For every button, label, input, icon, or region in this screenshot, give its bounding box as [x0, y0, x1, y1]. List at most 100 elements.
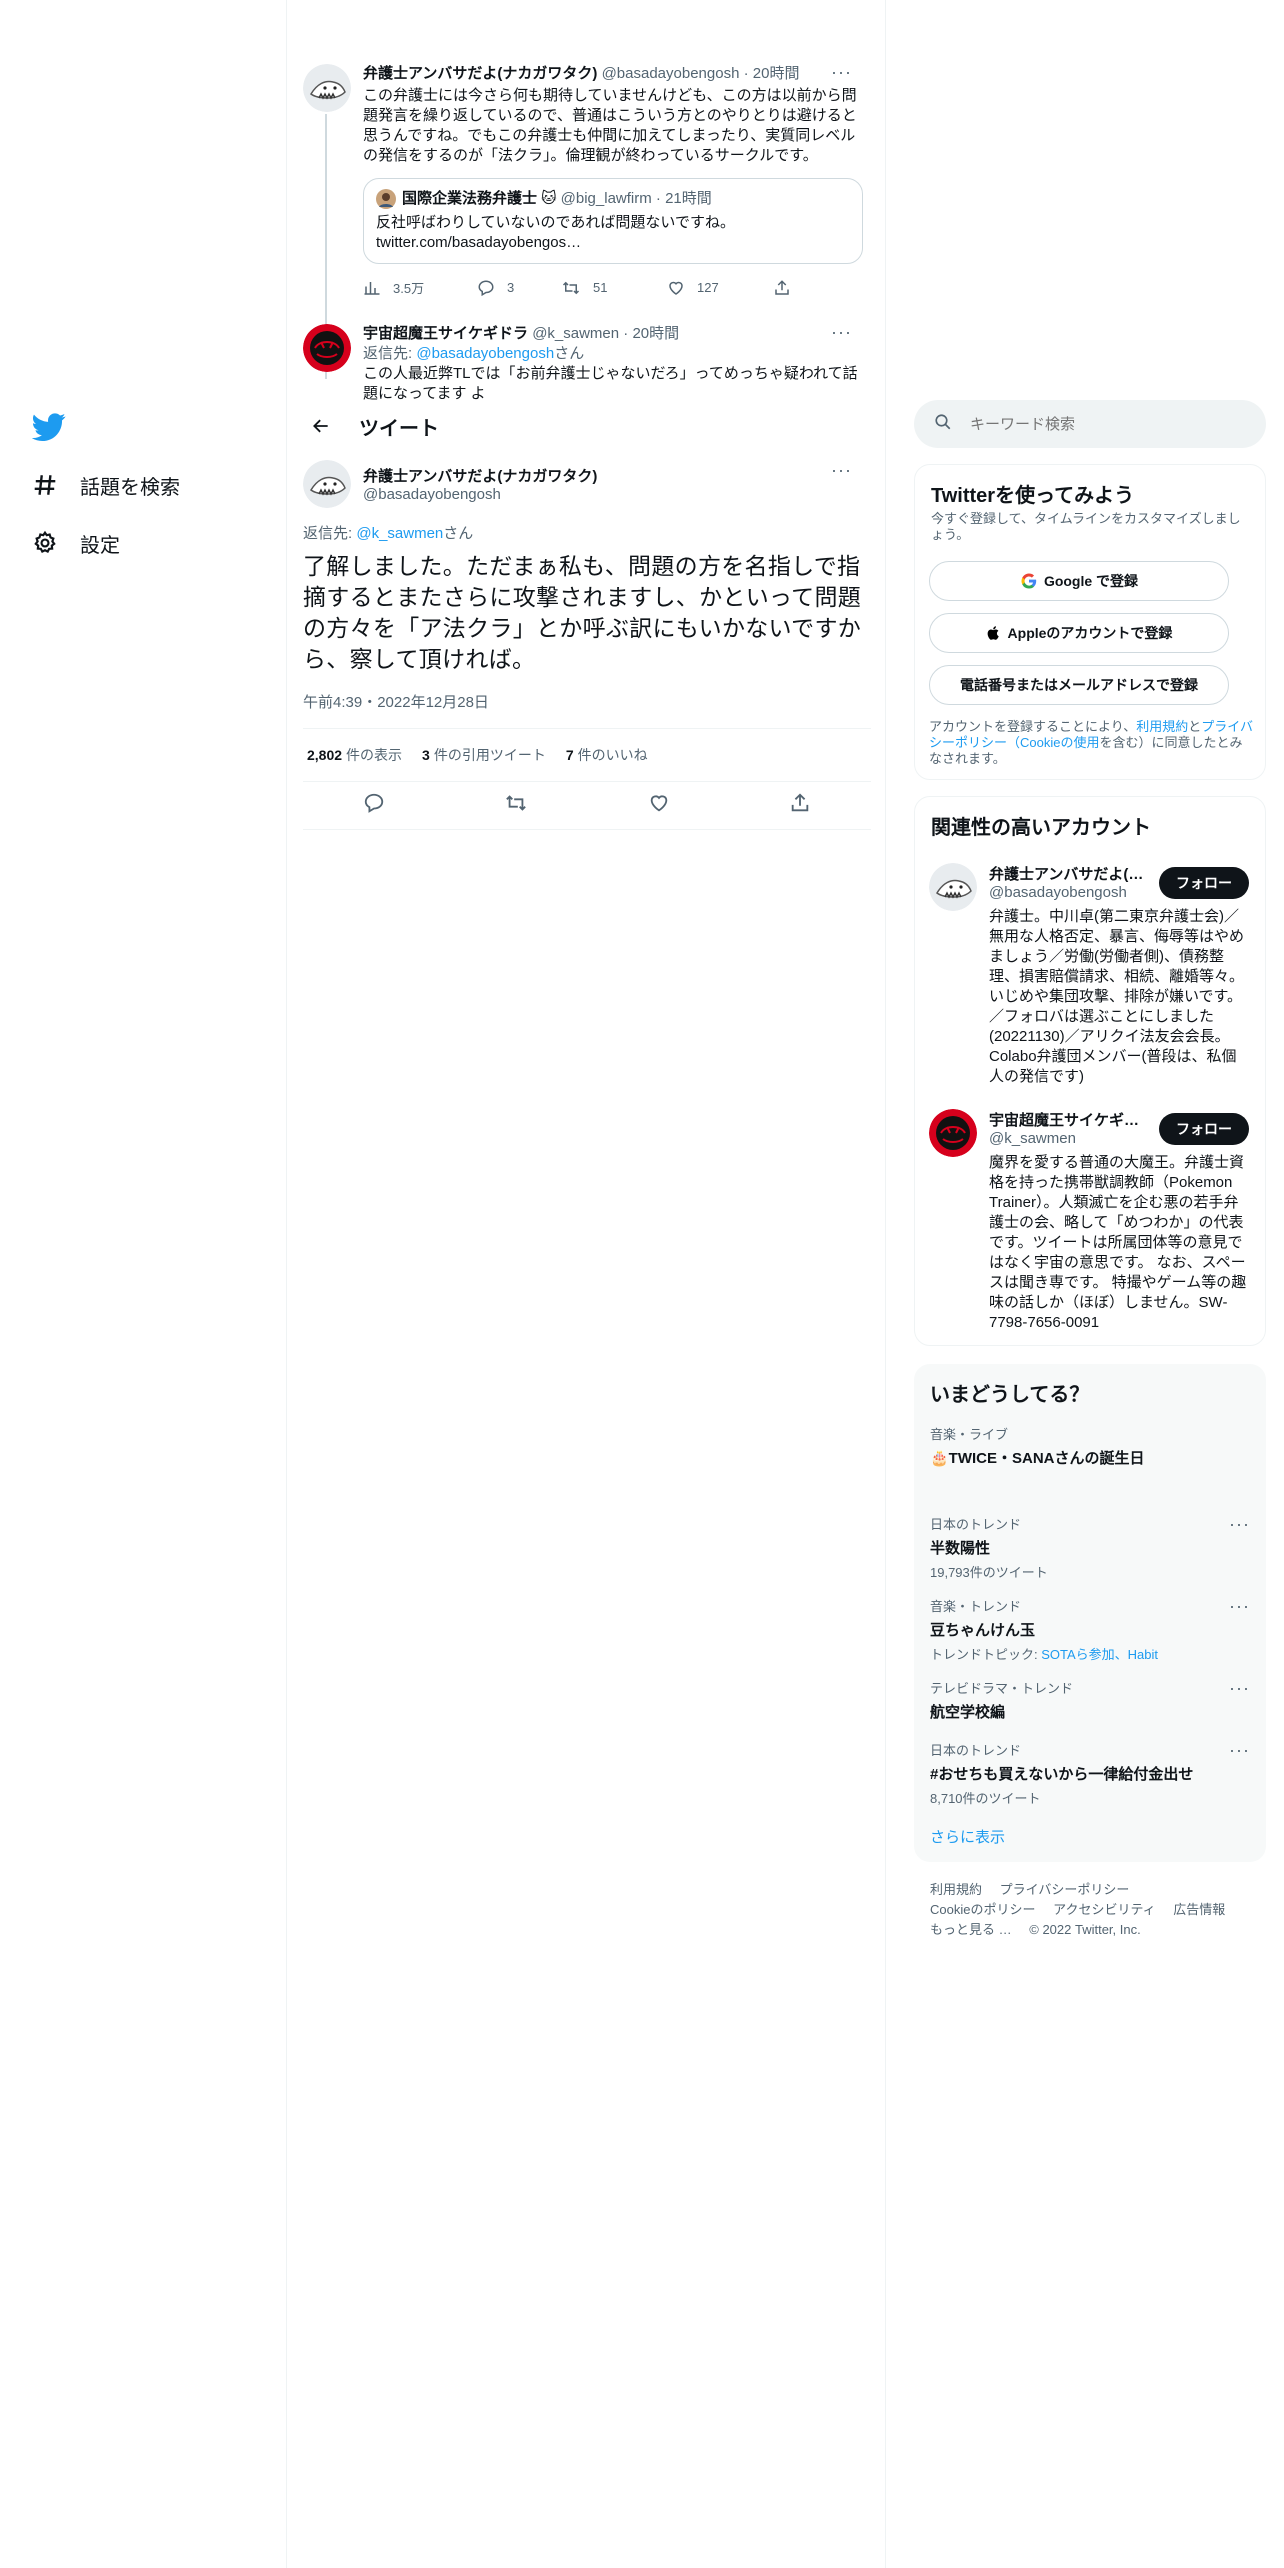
gear-icon	[30, 528, 60, 558]
author-name[interactable]: 弁護士アンバサだよ(ナカガワタク)	[363, 65, 597, 82]
reply-count: 3	[507, 280, 515, 295]
trends-card: いまどうしてる？ 音楽・ライブ 🎂TWICE・SANAさんの誕生日 日本のトレン…	[914, 1364, 1266, 1862]
footer-link-cookie[interactable]: Cookieのポリシー	[930, 1902, 1035, 1917]
phone-email-signup-button[interactable]: 電話番号またはメールアドレスで登録	[929, 665, 1229, 705]
footer-link-privacy[interactable]: プライバシーポリシー	[1000, 1882, 1130, 1897]
share-icon	[775, 279, 789, 295]
terms-text: と	[1188, 719, 1202, 734]
more-options-icon[interactable]: ···	[831, 460, 852, 481]
account-handle[interactable]: @k_sawmen	[989, 1130, 1149, 1147]
more-options-icon[interactable]: ···	[1229, 1740, 1250, 1761]
author-name[interactable]: 弁護士アンバサだよ(ナカガワタク)	[363, 465, 597, 486]
signup-subtitle: 今すぐ登録して、タイムラインをカスタマイズしましょう。	[931, 511, 1241, 542]
reply-prefix: 返信先:	[363, 345, 417, 362]
google-signup-button[interactable]: Google で登録	[929, 561, 1229, 601]
reply-button[interactable]: 3	[477, 279, 561, 297]
quoted-link[interactable]: twitter.com/basadayobengos…	[376, 233, 850, 253]
follow-button[interactable]: フォロー	[1159, 867, 1249, 899]
likes-label: 件のいいね	[577, 747, 648, 763]
page-title: ツイート	[359, 417, 439, 440]
avatar[interactable]	[929, 1109, 977, 1157]
reply-suffix: さん	[443, 525, 474, 542]
analytics-icon	[364, 281, 380, 295]
author-handle[interactable]: @basadayobengosh	[602, 65, 740, 82]
quotes-stat[interactable]: 3 件の引用ツイート	[422, 745, 546, 765]
share-icon[interactable]	[789, 792, 811, 819]
footer-link-ads[interactable]: 広告情報	[1173, 1902, 1225, 1917]
account-name[interactable]: 弁護士アンバサだよ(…	[989, 863, 1149, 884]
author-name[interactable]: 宇宙超魔王サイケギドラ	[363, 325, 528, 342]
reply-to-link[interactable]: @basadayobengosh	[416, 345, 554, 362]
footer-link-terms[interactable]: 利用規約	[930, 1882, 982, 1897]
avatar[interactable]	[303, 460, 351, 508]
trend-item[interactable]: 音楽・ライブ 🎂TWICE・SANAさんの誕生日	[930, 1424, 1250, 1468]
trend-topic-link[interactable]: SOTAら参加、Habit	[1041, 1647, 1158, 1662]
reply-icon[interactable]	[363, 792, 385, 819]
tweet-text: この弁護士には今さら何も期待していませんけども、この方は以前から問題発言を繰り返…	[363, 87, 857, 164]
focused-tweet: 弁護士アンバサだよ(ナカガワタク) @basadayobengosh ··· 返…	[303, 460, 871, 830]
show-more-link[interactable]: さらに表示	[930, 1826, 1005, 1847]
avatar[interactable]	[303, 64, 351, 112]
nav-settings[interactable]: 設定	[30, 518, 120, 568]
trend-count: 19,793件のツイート	[930, 1565, 1048, 1580]
tweet-time[interactable]: 20時間	[753, 65, 800, 82]
twitter-bird-icon[interactable]	[31, 410, 66, 444]
reply-to-link[interactable]: @k_sawmen	[356, 525, 443, 542]
views-count: 3.5万	[393, 281, 425, 296]
heart-icon[interactable]	[648, 792, 670, 819]
trend-title: 航空学校編	[930, 1704, 1006, 1721]
share-button[interactable]	[773, 279, 803, 297]
more-options-icon[interactable]: ···	[1229, 1596, 1250, 1617]
quoted-time: 21時間	[665, 190, 712, 207]
nav-explore[interactable]: 話題を検索	[30, 460, 180, 510]
tweet-timestamp[interactable]: 午前4:39・2022年12月28日	[303, 691, 871, 712]
back-arrow-icon[interactable]	[303, 408, 339, 444]
quoted-tweet[interactable]: 国際企業法務弁護士 🐱 @big_lawfirm · 21時間 反社呼ばわりして…	[363, 178, 863, 264]
nav-settings-label: 設定	[80, 534, 120, 557]
follow-button[interactable]: フォロー	[1159, 1113, 1249, 1145]
heart-icon	[669, 281, 683, 295]
trend-item[interactable]: 日本のトレンド #おせちも買えないから一律給付金出せ 8,710件のツイート ·…	[930, 1740, 1250, 1807]
trends-title: いまどうしてる？	[930, 1384, 1090, 1406]
tweet-text: この人最近弊TLでは「お前弁護士じゃないだろ」ってめっちゃ疑われて話題になってま…	[363, 365, 858, 400]
views-button[interactable]: 3.5万	[363, 278, 477, 297]
avatar[interactable]	[929, 863, 977, 911]
apple-signup-button[interactable]: Appleのアカウントで登録	[929, 613, 1229, 653]
signup-card: Twitterを使ってみよう 今すぐ登録して、タイムラインをカスタマイズしましょ…	[914, 464, 1266, 780]
trend-category: 音楽・トレンド	[930, 1599, 1022, 1614]
trend-item[interactable]: 音楽・トレンド 豆ちゃんけん玉 トレンドトピック: SOTAら参加、Habit …	[930, 1596, 1250, 1663]
more-options-icon[interactable]: ···	[1229, 1678, 1250, 1699]
likes-stat[interactable]: 7 件のいいね	[566, 745, 648, 765]
related-accounts-card: 関連性の高いアカウント 弁護士アンバサだよ(… @basadayobengosh…	[914, 796, 1266, 1346]
footer-link-more[interactable]: もっと見る …	[930, 1922, 1012, 1937]
search-input[interactable]	[970, 415, 1230, 433]
trend-item[interactable]: 日本のトレンド 半数陽性 19,793件のツイート ···	[930, 1514, 1250, 1581]
author-handle[interactable]: @basadayobengosh	[363, 486, 597, 503]
more-options-icon[interactable]: ···	[831, 62, 852, 83]
trend-item[interactable]: テレビドラマ・トレンド 航空学校編 ···	[930, 1678, 1250, 1722]
like-count: 127	[697, 280, 719, 295]
more-options-icon[interactable]: ···	[1229, 1514, 1250, 1535]
tweet-stats: 2,802 件の表示 3 件の引用ツイート 7 件のいいね	[303, 728, 871, 782]
author-handle[interactable]: @k_sawmen	[532, 325, 619, 342]
thread-tweet[interactable]: 宇宙超魔王サイケギドラ @k_sawmen · 20時間 返信先: @basad…	[303, 322, 871, 400]
like-button[interactable]: 127	[667, 279, 773, 297]
terms-link[interactable]: 利用規約	[1136, 719, 1188, 734]
search-box[interactable]	[914, 400, 1266, 448]
account-bio: 弁護士。中川卓(第二東京弁護士会)／無用な人格否定、暴言、侮辱等はやめましょう／…	[989, 908, 1245, 1085]
retweet-button[interactable]: 51	[561, 279, 667, 297]
retweet-icon[interactable]	[504, 792, 528, 819]
footer-link-accessibility[interactable]: アクセシビリティ	[1053, 1902, 1156, 1917]
account-handle[interactable]: @basadayobengosh	[989, 884, 1149, 901]
account-name[interactable]: 宇宙超魔王サイケギ…	[989, 1109, 1149, 1130]
views-label: 件の表示	[346, 747, 403, 763]
reply-suffix: さん	[554, 345, 585, 362]
more-options-icon[interactable]: ···	[831, 322, 852, 343]
tweet-text: 了解しました。ただまぁ私も、問題の方を名指しで指摘するとまたさらに攻撃されますし…	[303, 553, 862, 672]
avatar[interactable]	[303, 324, 351, 372]
retweet-icon	[562, 281, 580, 294]
tweet-time[interactable]: 20時間	[632, 325, 679, 342]
trend-title: 半数陽性	[930, 1540, 991, 1557]
left-navigation: 話題を検索 設定	[0, 0, 286, 2568]
views-stat[interactable]: 2,802 件の表示	[307, 745, 402, 765]
